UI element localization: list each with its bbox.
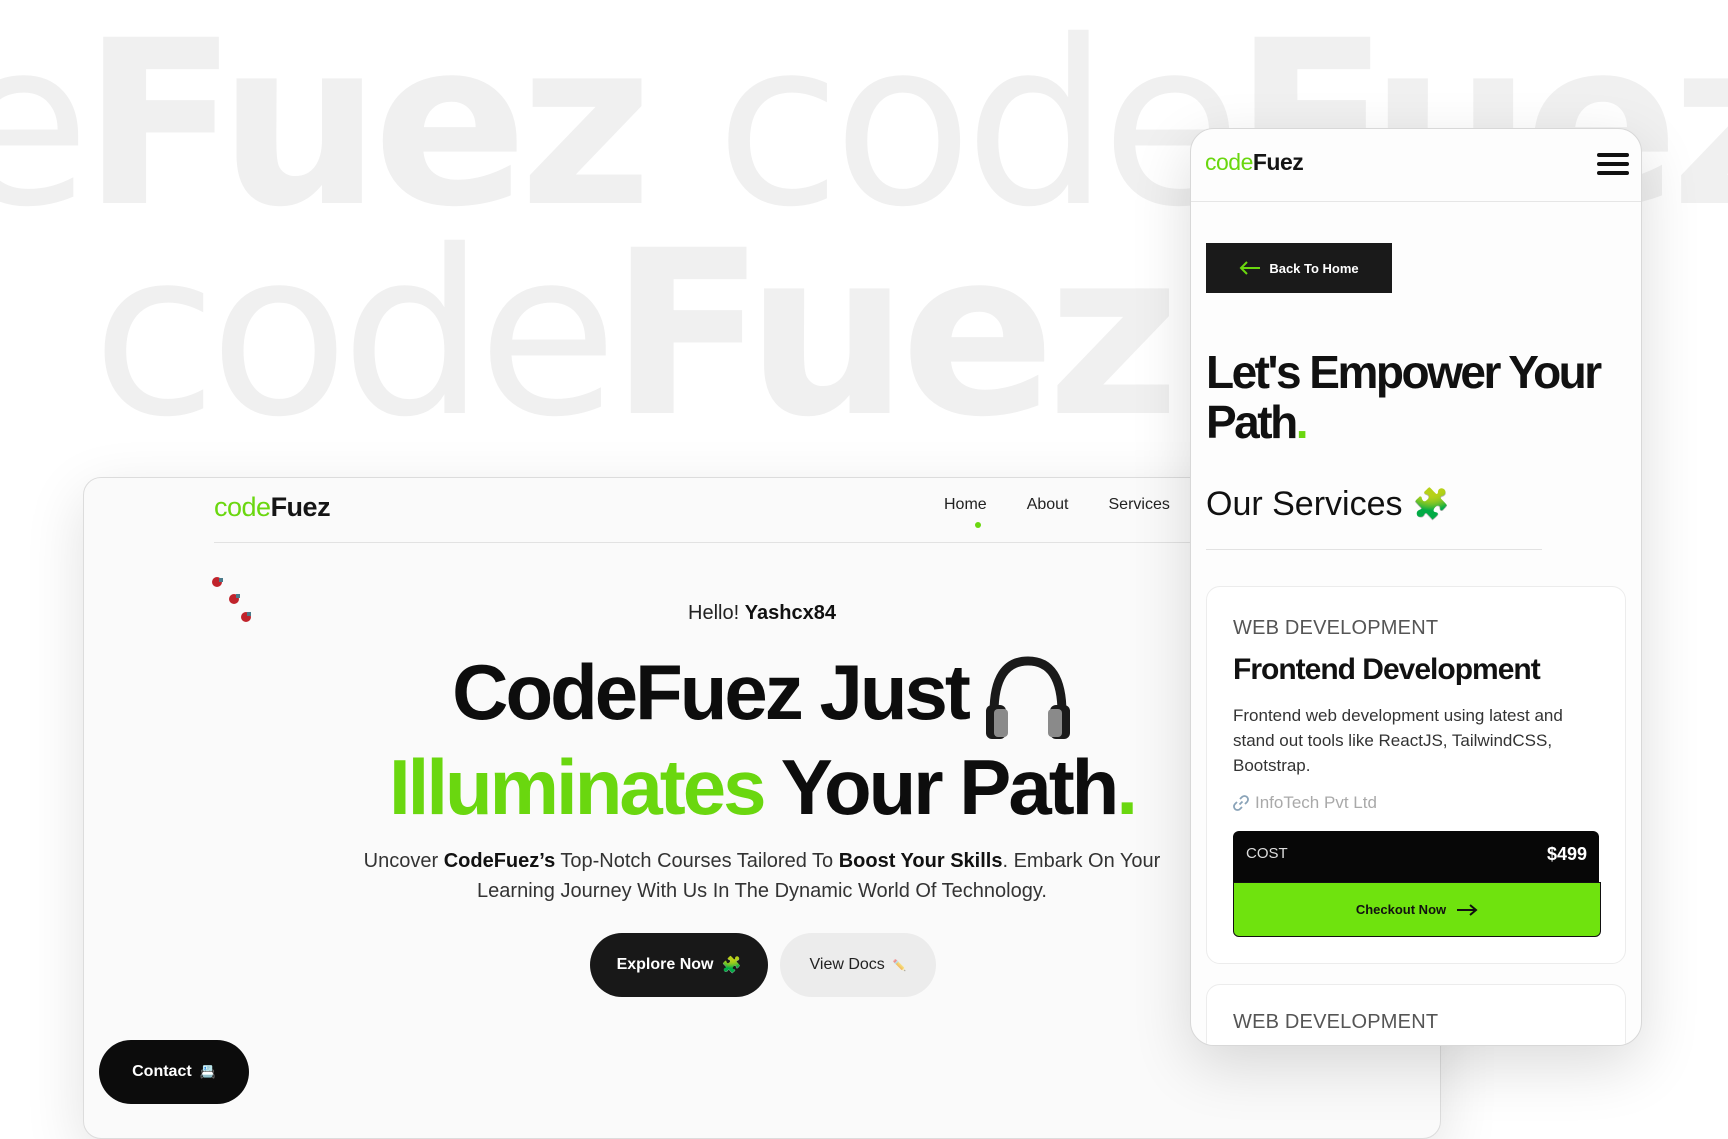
service-card: WEB DEVELOPMENT bbox=[1206, 984, 1626, 1045]
service-card: WEB DEVELOPMENT Frontend Development Fro… bbox=[1206, 586, 1626, 964]
hamburger-menu-icon[interactable] bbox=[1597, 153, 1629, 177]
divider bbox=[1206, 549, 1542, 550]
service-category: WEB DEVELOPMENT bbox=[1233, 1011, 1439, 1033]
link-icon bbox=[1233, 795, 1249, 811]
headphones-icon bbox=[985, 656, 1070, 740]
mobile-mockup: codeFuez Back To Home Let's Empower Your… bbox=[1190, 128, 1642, 1046]
desktop-logo[interactable]: codeFuez bbox=[214, 492, 331, 523]
services-heading: Our Services 🧩 bbox=[1206, 485, 1450, 523]
service-description: Frontend web development using latest an… bbox=[1233, 706, 1563, 775]
puzzle-icon: 🧩 bbox=[1412, 488, 1450, 521]
cost-label: COST bbox=[1246, 845, 1288, 862]
watermark-line-2: codeFuez bbox=[92, 201, 1180, 467]
puzzle-icon: 🧩 bbox=[721, 957, 742, 974]
cost-bar: COST $499 bbox=[1233, 831, 1599, 882]
username: Yashcx84 bbox=[744, 602, 836, 624]
nav-item-about[interactable]: About bbox=[1027, 496, 1069, 514]
card-index-icon: 📇 bbox=[199, 1064, 216, 1079]
mobile-logo[interactable]: codeFuez bbox=[1205, 149, 1304, 176]
price: $499 bbox=[1546, 844, 1587, 864]
nav-item-home[interactable]: Home bbox=[944, 496, 987, 514]
mobile-page-title: Let's Empower Your Path. bbox=[1206, 346, 1602, 448]
service-title: Frontend Development bbox=[1233, 653, 1541, 686]
service-category: WEB DEVELOPMENT bbox=[1233, 617, 1439, 639]
mobile-navbar: codeFuez bbox=[1191, 129, 1641, 202]
arrow-left-icon bbox=[1239, 261, 1261, 275]
contact-button[interactable]: Contact 📇 bbox=[99, 1040, 249, 1104]
company-link[interactable]: InfoTech Pvt Ltd bbox=[1233, 793, 1377, 813]
active-nav-indicator bbox=[975, 522, 981, 528]
pencil-icon: ✏️ bbox=[892, 959, 907, 972]
explore-now-button[interactable]: Explore Now 🧩 bbox=[590, 933, 768, 997]
view-docs-button[interactable]: View Docs ✏️ bbox=[780, 933, 936, 997]
back-to-home-button[interactable]: Back To Home bbox=[1206, 243, 1392, 293]
checkout-now-button[interactable]: Checkout Now bbox=[1233, 882, 1601, 937]
nav-item-services[interactable]: Services bbox=[1109, 496, 1170, 514]
arrow-right-icon bbox=[1457, 903, 1478, 916]
desktop-nav-menu: Home About Services bbox=[944, 496, 1170, 514]
